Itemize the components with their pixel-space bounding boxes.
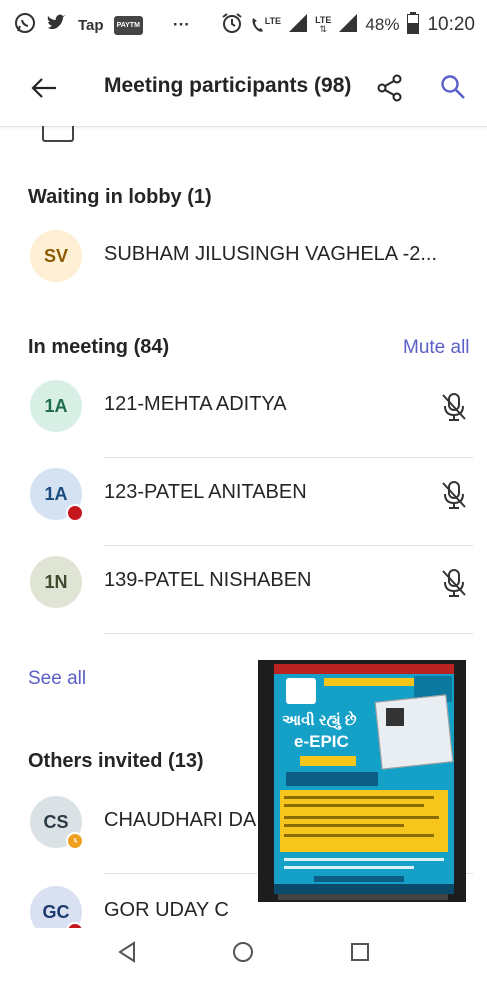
poster-headline: આવી રહ્યું છે: [282, 712, 357, 729]
participant-row[interactable]: 1N 139-PATEL NISHABEN: [0, 546, 487, 634]
avatar: CS: [30, 796, 84, 850]
avatar: SV: [30, 230, 82, 282]
others-invited-section-title: Others invited (13): [28, 750, 204, 772]
paytm-icon: PAYTM: [113, 15, 143, 35]
shared-content-thumbnail[interactable]: આવી રહ્યું છે e-EPIC: [258, 660, 466, 902]
presence-away-badge: [66, 832, 84, 850]
poster-epic-title: e-EPIC: [294, 732, 349, 751]
battery-icon: [407, 11, 420, 39]
battery-percent: 48%: [365, 15, 400, 34]
lte-data-icon: LTE ⇅: [315, 15, 332, 34]
row-divider: [104, 633, 473, 634]
shared-poster-image: આવી રહ્યું છે e-EPIC: [274, 664, 454, 894]
participant-name: 139-PATEL NISHABEN: [104, 569, 312, 591]
presence-busy-badge: [66, 504, 84, 522]
twitter-icon: [46, 13, 68, 38]
alarm-icon: [221, 12, 243, 39]
participant-name: GOR UDAY C: [104, 899, 229, 921]
back-arrow-icon[interactable]: [30, 74, 58, 107]
share-icon[interactable]: [377, 74, 403, 107]
avatar: 1A: [30, 468, 84, 522]
lobby-section-title: Waiting in lobby (1): [28, 186, 212, 208]
nav-recents-icon[interactable]: [350, 942, 370, 967]
participant-row[interactable]: 1A 123-PATEL ANITABEN: [0, 458, 487, 546]
signal-icon-1: [289, 13, 308, 37]
participant-name: 121-MEHTA ADITYA: [104, 393, 287, 415]
nav-home-icon[interactable]: [231, 940, 255, 969]
participant-name: 123-PATEL ANITABEN: [104, 481, 307, 503]
mic-off-icon[interactable]: [440, 480, 468, 515]
system-nav-bar: [0, 928, 487, 981]
nav-back-icon[interactable]: [117, 941, 137, 968]
mic-off-icon[interactable]: [440, 392, 468, 427]
more-notifications: ···: [172, 15, 190, 34]
in-meeting-section-title: In meeting (84): [28, 336, 170, 358]
lte-call-icon: LTE: [251, 16, 281, 34]
page-title: Meeting participants (98): [104, 74, 352, 97]
tap-app-label: Tap: [78, 16, 104, 34]
scrolled-item-edge: [42, 126, 74, 142]
app-bar: Meeting participants (98): [0, 50, 487, 127]
mute-all-button[interactable]: Mute all: [403, 337, 470, 359]
clock: 10:20: [427, 14, 475, 35]
see-all-link[interactable]: See all: [28, 668, 86, 690]
whatsapp-icon: [14, 12, 36, 39]
search-icon[interactable]: [440, 74, 466, 105]
avatar: 1N: [30, 556, 82, 608]
status-bar: Tap PAYTM ··· LTE LTE ⇅ 48% 10:20: [0, 0, 487, 50]
participant-row[interactable]: 1A 121-MEHTA ADITYA: [0, 370, 487, 458]
signal-icon-2: [339, 13, 358, 37]
lobby-participant-row[interactable]: SV SUBHAM JILUSINGH VAGHELA -2...: [0, 220, 487, 308]
avatar: 1A: [30, 380, 82, 432]
mic-off-icon[interactable]: [440, 568, 468, 603]
participant-name: SUBHAM JILUSINGH VAGHELA -2...: [104, 243, 438, 265]
participant-name: CHAUDHARI DA: [104, 809, 257, 831]
